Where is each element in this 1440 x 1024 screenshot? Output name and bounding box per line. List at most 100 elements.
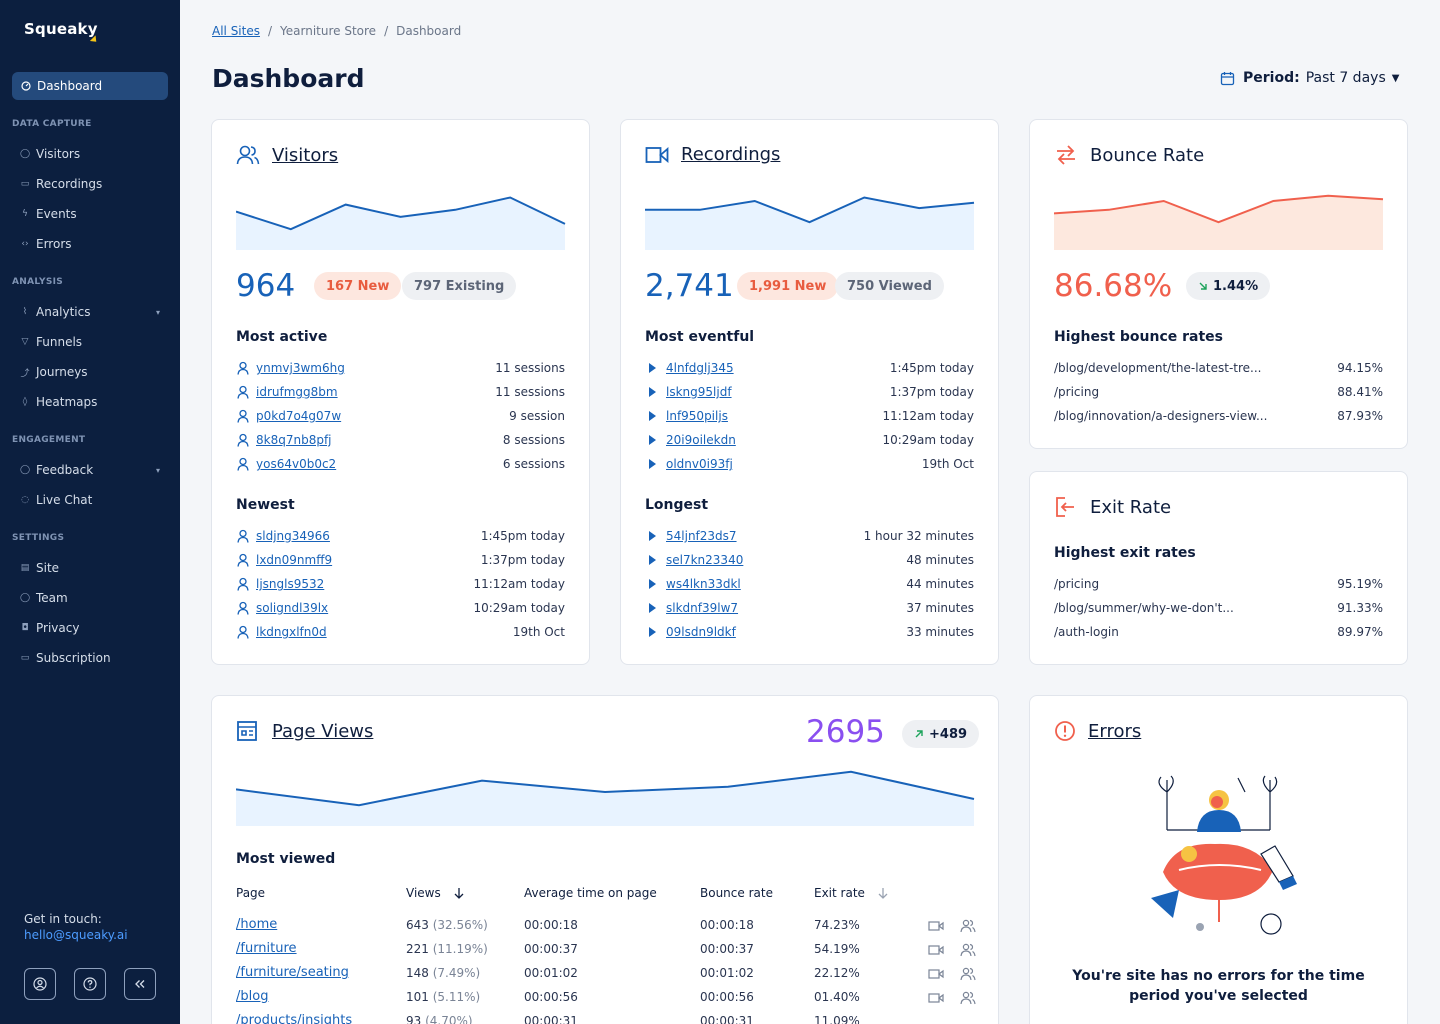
sidebar-item-recordings[interactable]: ▭ Recordings: [20, 174, 160, 194]
visitor-row[interactable]: lxdn09nmff9 1:37pm today: [236, 550, 565, 570]
recording-row[interactable]: sel7kn23340 48 minutes: [645, 550, 974, 570]
recordings-viewed-badge: 750 Viewed: [835, 272, 944, 300]
recording-id-link[interactable]: lnf950piljs: [666, 409, 728, 423]
recording-id-link[interactable]: ws4lkn33dkl: [666, 577, 741, 591]
breadcrumb-all-sites[interactable]: All Sites: [212, 24, 260, 38]
page-link[interactable]: /furniture/seating: [236, 965, 349, 980]
sidebar-item-privacy[interactable]: ◘ Privacy: [20, 618, 160, 638]
visitor-row[interactable]: soligndl39lx 10:29am today: [236, 598, 565, 618]
visitor-row[interactable]: yos64v0b0c2 6 sessions: [236, 454, 565, 474]
recording-row[interactable]: 4lnfdglj345 1:45pm today: [645, 358, 974, 378]
sidebar-item-errors[interactable]: ‹› Errors: [20, 234, 160, 254]
visitor-row[interactable]: 8k8q7nb8pfj 8 sessions: [236, 430, 565, 450]
user-icon: [237, 385, 249, 399]
recording-id-link[interactable]: 4lnfdglj345: [666, 361, 734, 375]
visitor-row[interactable]: idrufmgg8bm 11 sessions: [236, 382, 565, 402]
sidebar-item-feedback[interactable]: ◯ Feedback ▾: [20, 460, 160, 480]
visitor-row[interactable]: ynmvj3wm6hg 11 sessions: [236, 358, 565, 378]
sidebar-item-analytics[interactable]: ⌇ Analytics ▾: [20, 302, 160, 322]
recording-row[interactable]: ws4lkn33dkl 44 minutes: [645, 574, 974, 594]
sidebar-item-live-chat[interactable]: ◌ Live Chat: [20, 490, 160, 510]
visitors-card: Visitors 964 167 New 797 Existing Most a…: [211, 119, 590, 665]
users-icon[interactable]: [960, 943, 976, 957]
video-camera-icon[interactable]: [928, 943, 944, 957]
collapse-sidebar-button[interactable]: [124, 968, 156, 1000]
sidebar-item-events[interactable]: ϟ Events: [20, 204, 160, 224]
recording-id-link[interactable]: 20i9oilekdn: [666, 433, 736, 447]
recording-row[interactable]: lskng95ljdf 1:37pm today: [645, 382, 974, 402]
sidebar-item-site[interactable]: ▤ Site: [20, 558, 160, 578]
play-icon: [649, 435, 656, 445]
page-link[interactable]: /blog: [236, 989, 268, 1004]
period-selector[interactable]: Period: Past 7 days ▼: [1220, 70, 1399, 86]
visitor-id-link[interactable]: yos64v0b0c2: [256, 457, 336, 471]
most-viewed-heading: Most viewed: [236, 851, 336, 867]
period-value: Past 7 days: [1305, 70, 1386, 86]
page-link[interactable]: /products/insights: [236, 1013, 352, 1024]
visitor-id-link[interactable]: ljsngls9532: [256, 577, 324, 591]
recording-id-link[interactable]: lskng95ljdf: [666, 385, 732, 399]
visitor-id-link[interactable]: 8k8q7nb8pfj: [256, 433, 332, 447]
sidebar-item-funnels[interactable]: ▽ Funnels: [20, 332, 160, 352]
visitor-id-link[interactable]: idrufmgg8bm: [256, 385, 338, 399]
page-link[interactable]: /furniture: [236, 941, 297, 956]
visitor-row[interactable]: sldjng34966 1:45pm today: [236, 526, 565, 546]
sidebar-item-journeys[interactable]: ⤴ Journeys: [20, 362, 160, 382]
sidebar-item-visitors[interactable]: ◯ Visitors: [20, 144, 160, 164]
visitor-row[interactable]: p0kd7o4g07w 9 session: [236, 406, 565, 426]
video-camera-icon[interactable]: [928, 967, 944, 981]
visitor-id-link[interactable]: lxdn09nmff9: [256, 553, 332, 567]
sidebar-item-subscription[interactable]: ▭ Subscription: [20, 648, 160, 668]
recording-row[interactable]: slkdnf39lw7 37 minutes: [645, 598, 974, 618]
section-data-capture: DATA CAPTURE: [12, 119, 92, 129]
recording-id-link[interactable]: 54ljnf23ds7: [666, 529, 737, 543]
visitor-row[interactable]: ljsngls9532 11:12am today: [236, 574, 565, 594]
visitors-title-link[interactable]: Visitors: [272, 145, 338, 166]
exit-cell: 22.12%: [814, 966, 860, 980]
recording-row[interactable]: 54ljnf23ds7 1 hour 32 minutes: [645, 526, 974, 546]
account-button[interactable]: [24, 968, 56, 1000]
play-icon: [649, 459, 656, 469]
visitor-row[interactable]: lkdngxlfn0d 19th Oct: [236, 622, 565, 642]
app-logo[interactable]: Squeaky: [24, 20, 98, 38]
help-button[interactable]: [74, 968, 106, 1000]
recording-row[interactable]: 20i9oilekdn 10:29am today: [645, 430, 974, 450]
page-path: /pricing: [1054, 385, 1100, 399]
column-page: Page: [236, 886, 265, 900]
visitor-id-link[interactable]: ynmvj3wm6hg: [256, 361, 345, 375]
exit-cell: 11.09%: [814, 1014, 860, 1024]
sidebar-item-dashboard[interactable]: Dashboard: [12, 72, 168, 100]
recording-id-link[interactable]: oldnv0i93fj: [666, 457, 733, 471]
errors-title-link[interactable]: Errors: [1088, 721, 1141, 742]
page-views-title-link[interactable]: Page Views: [272, 721, 373, 742]
column-views[interactable]: Views: [406, 886, 465, 900]
users-icon[interactable]: [960, 991, 976, 1005]
sidebar-item-heatmaps[interactable]: ◊ Heatmaps: [20, 392, 160, 412]
recording-id-link[interactable]: 09lsdn9ldkf: [666, 625, 736, 639]
visitor-id-link[interactable]: lkdngxlfn0d: [256, 625, 327, 639]
errors-card: Errors You're site has no errors for the…: [1029, 695, 1408, 1024]
column-exit-rate[interactable]: Exit rate: [814, 886, 889, 900]
page-link[interactable]: /home: [236, 917, 277, 932]
recording-row[interactable]: lnf950piljs 11:12am today: [645, 406, 974, 426]
page-path: /blog/innovation/a-designers-view...: [1054, 409, 1268, 423]
recording-row[interactable]: 09lsdn9ldkf 33 minutes: [645, 622, 974, 642]
bounce-value: 88.41%: [1337, 385, 1383, 399]
recording-id-link[interactable]: sel7kn23340: [666, 553, 743, 567]
sidebar-item-team[interactable]: ◯ Team: [20, 588, 160, 608]
breadcrumb-site[interactable]: Yearniture Store: [280, 24, 376, 38]
views-percent: (32.56%): [432, 918, 488, 932]
exit-row: /blog/summer/why-we-don't... 91.33%: [1054, 598, 1383, 618]
support-email-link[interactable]: hello@squeaky.ai: [24, 928, 128, 942]
visitor-id-link[interactable]: soligndl39lx: [256, 601, 328, 615]
visitor-id-link[interactable]: sldjng34966: [256, 529, 330, 543]
recordings-title-link[interactable]: Recordings: [681, 144, 780, 165]
visitor-id-link[interactable]: p0kd7o4g07w: [256, 409, 341, 423]
users-icon[interactable]: [960, 919, 976, 933]
column-label: Views: [406, 886, 441, 900]
users-icon[interactable]: [960, 967, 976, 981]
recording-id-link[interactable]: slkdnf39lw7: [666, 601, 738, 615]
video-camera-icon[interactable]: [928, 991, 944, 1005]
recording-row[interactable]: oldnv0i93fj 19th Oct: [645, 454, 974, 474]
video-camera-icon[interactable]: [928, 919, 944, 933]
